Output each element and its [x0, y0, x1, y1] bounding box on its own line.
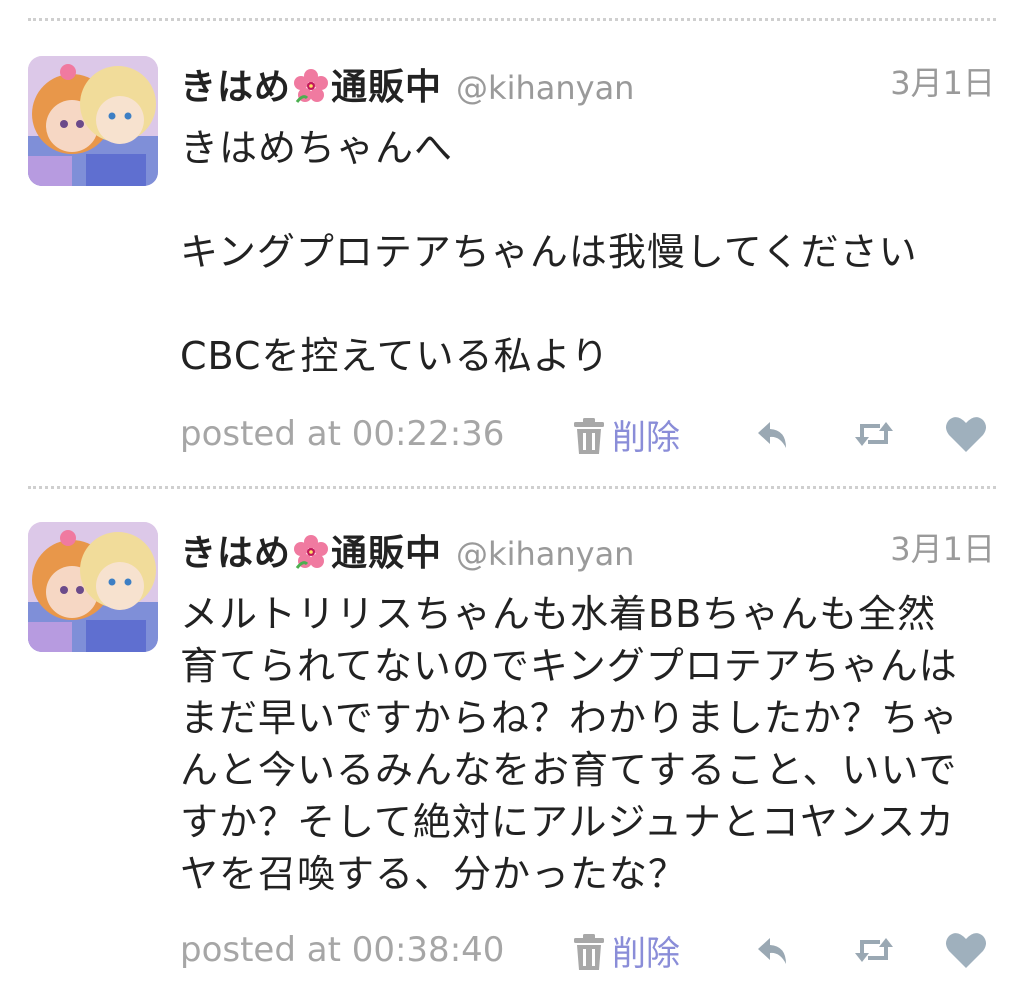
display-name-suffix: 通販中 — [331, 533, 443, 574]
trash-icon — [572, 417, 606, 455]
tweet-header: きはめ 通販中 @kihanyan 3月1日 — [180, 56, 995, 108]
heart-icon[interactable] — [942, 926, 990, 974]
avatar[interactable] — [28, 56, 158, 186]
delete-label: 削除 — [612, 418, 680, 458]
display-name-suffix: 通販中 — [331, 67, 443, 108]
display-name[interactable]: きはめ 通販中 @kihanyan — [180, 524, 634, 576]
retweet-icon[interactable] — [850, 410, 898, 458]
divider — [28, 486, 996, 489]
tweet-text: きはめちゃんへ キングプロテアちゃんは我慢してください CBCを控えている私より — [180, 126, 918, 378]
reply-icon[interactable] — [750, 926, 798, 974]
tweet-header: きはめ 通販中 @kihanyan 3月1日 — [180, 522, 995, 574]
display-name-text: きはめ — [180, 533, 292, 574]
tweet-date[interactable]: 3月1日 — [890, 58, 995, 104]
tweet-footer: posted at 00:38:40 削除 — [180, 926, 995, 976]
divider — [28, 18, 996, 21]
screen-name[interactable]: @kihanyan — [456, 535, 634, 573]
retweet-icon[interactable] — [850, 926, 898, 974]
tweet-footer: posted at 00:22:36 削除 — [180, 410, 995, 460]
posted-timestamp: posted at 00:38:40 — [180, 930, 505, 970]
tweet-date[interactable]: 3月1日 — [890, 524, 995, 570]
screen-name[interactable]: @kihanyan — [456, 69, 634, 107]
hibiscus-icon — [293, 534, 329, 570]
timeline: きはめ 通販中 @kihanyan 3月1日 きはめちゃんへ キングプロテアちゃんは… — [0, 0, 1024, 993]
avatar[interactable] — [28, 522, 158, 652]
heart-icon[interactable] — [942, 410, 990, 458]
display-name-text: きはめ — [180, 67, 292, 108]
hibiscus-icon — [293, 68, 329, 104]
trash-icon — [572, 933, 606, 971]
delete-button[interactable]: 削除 — [572, 410, 680, 460]
reply-icon[interactable] — [750, 410, 798, 458]
posted-timestamp: posted at 00:22:36 — [180, 414, 505, 454]
delete-label: 削除 — [612, 934, 680, 974]
tweet-text: メルトリリスちゃんも水着BBちゃんも全然 育てられてないのでキングプロテアちゃん… — [180, 592, 959, 896]
display-name[interactable]: きはめ 通販中 @kihanyan — [180, 58, 634, 110]
delete-button[interactable]: 削除 — [572, 926, 680, 976]
